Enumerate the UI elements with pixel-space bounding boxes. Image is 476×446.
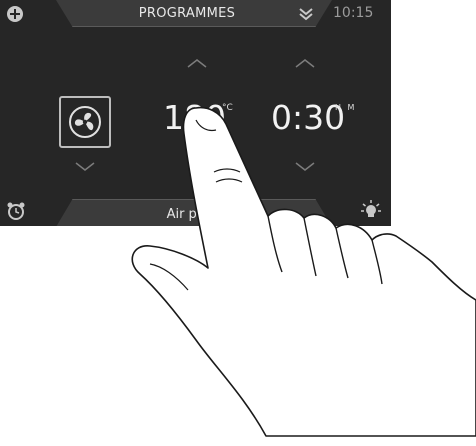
pointing-hand-illustration: [131, 106, 476, 437]
